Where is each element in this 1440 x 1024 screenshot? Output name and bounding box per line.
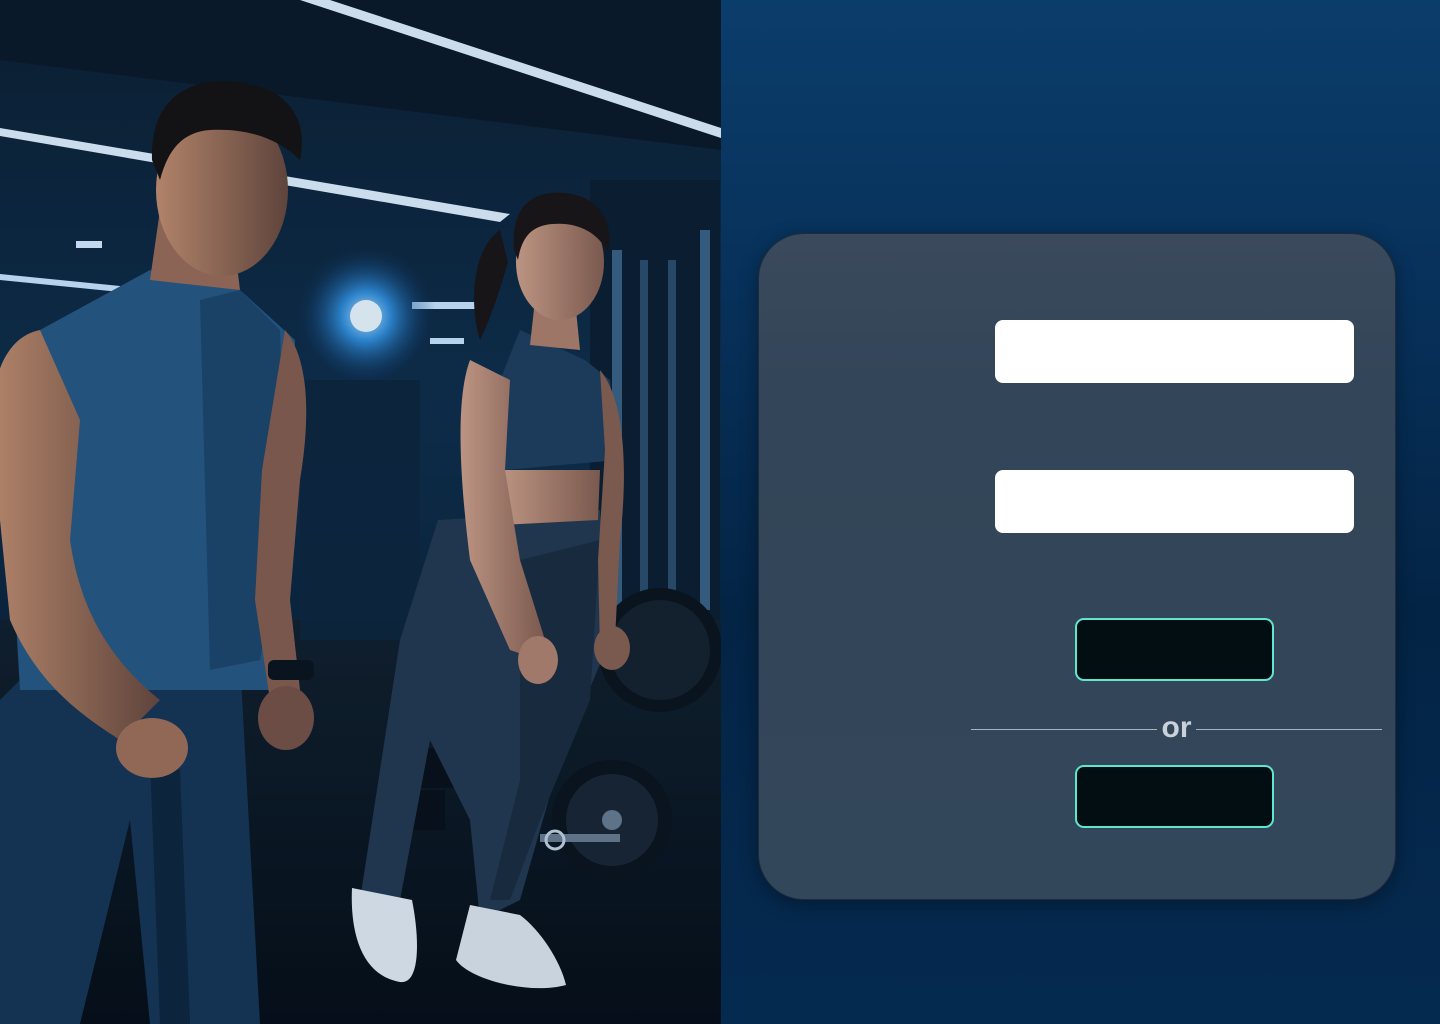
username-input[interactable] <box>995 320 1354 383</box>
gym-photo-illustration <box>0 0 721 1024</box>
login-button[interactable] <box>1075 618 1274 681</box>
alternative-login-button[interactable] <box>1075 765 1274 828</box>
login-screen: or <box>0 0 1440 1024</box>
divider-line-right <box>1196 729 1382 730</box>
hero-gym-photo <box>0 0 721 1024</box>
password-input[interactable] <box>995 470 1354 533</box>
or-divider-text: or <box>1161 711 1192 744</box>
divider-line-left <box>971 729 1157 730</box>
